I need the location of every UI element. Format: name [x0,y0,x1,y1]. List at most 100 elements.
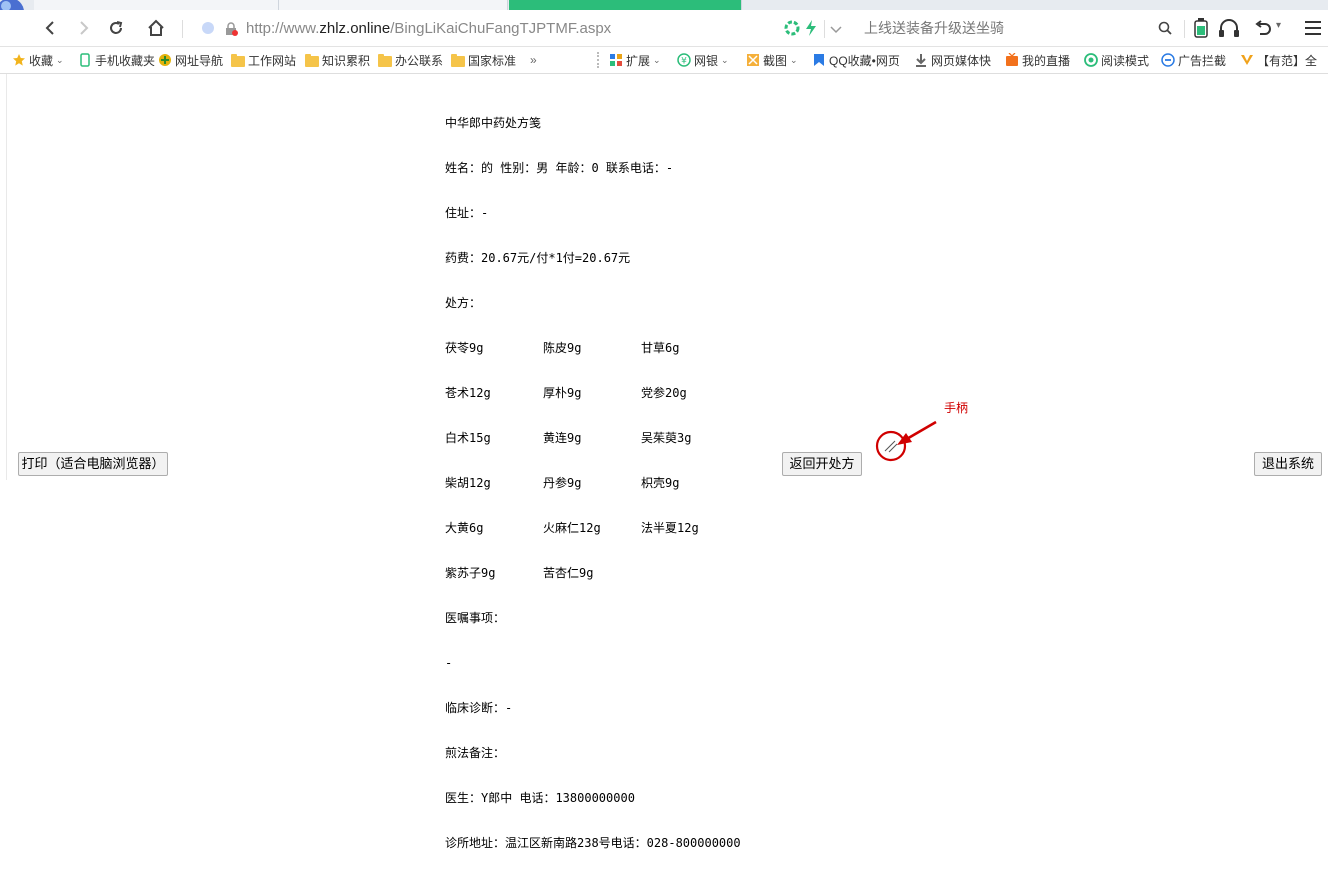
undo-dropdown-icon[interactable]: ▾ [1276,20,1281,31]
navigation-bar: http://www.zhlz.online/BingLiKaiChuFangT… [0,10,1328,47]
herb-item: 苦杏仁9g [543,566,594,580]
bookmark-folder-standards[interactable]: 国家标准 [451,52,516,68]
home-icon[interactable] [144,16,168,40]
advice-value: - [445,656,453,670]
chevron-down-icon: ⌄ [790,54,798,65]
svg-text:¥: ¥ [681,57,687,67]
prescription-title: 中华郎中药处方笺 [445,116,542,130]
url-text[interactable]: http://www.zhlz.online/BingLiKaiChuFangT… [246,20,611,37]
address-bar[interactable]: http://www.zhlz.online/BingLiKaiChuFangT… [192,14,822,42]
divider [824,20,825,38]
block-icon [1161,53,1175,67]
clinic-address: 诊所地址：温江区新南路238号电话：028-800000000 [445,836,741,850]
download-icon [914,53,928,67]
herb-item: 苍术12g [445,386,491,400]
tab-active[interactable] [509,0,742,10]
herb-row: 茯苓9g 陈皮9g 甘草6g [445,341,741,356]
bookmark-qq[interactable]: QQ收藏•网页 [812,52,900,68]
herb-item: 甘草6g [641,341,680,355]
back-to-prescribe-button[interactable]: 返回开处方 [782,452,862,476]
site-info-icon[interactable] [202,22,214,34]
logout-button[interactable]: 退出系统 [1254,452,1322,476]
search-input[interactable] [862,15,1146,41]
bookmark-nav[interactable]: 网址导航 [158,52,223,68]
nav-icon [158,53,172,67]
chevron-down-icon: ⌄ [56,54,64,65]
herb-item: 党参20g [641,386,687,400]
lightning-icon[interactable] [804,20,818,40]
bookmark-youfan[interactable]: 【有范】全 [1240,52,1317,68]
insecure-lock-icon[interactable] [224,21,238,40]
chevron-down-icon: ⌄ [653,54,661,65]
folder-icon [451,53,465,67]
bank-icon: ¥ [677,53,691,67]
undo-icon[interactable] [1254,19,1272,41]
search-icon[interactable] [1158,20,1172,39]
herb-item: 茯苓9g [445,341,484,355]
compat-mode-icon[interactable] [784,20,800,40]
bookmark-reader[interactable]: 阅读模式 [1084,52,1149,68]
divider [6,74,7,480]
bookmark-live[interactable]: 我的直播 [1005,52,1070,68]
bookmark-screenshot[interactable]: 截图 ⌄ [746,52,798,68]
annotation-arrow [904,420,937,442]
star-icon [12,53,26,67]
reader-icon [1084,53,1098,67]
reload-icon[interactable] [104,16,128,40]
rx-label: 处方： [445,296,482,310]
herb-item: 吴茱萸3g [641,431,692,445]
folder-icon [231,53,245,67]
menu-icon[interactable] [1304,20,1322,40]
chevron-down-icon[interactable] [830,21,842,40]
search-box[interactable] [848,14,1178,42]
bookmark-folder-work[interactable]: 工作网站 [231,52,296,68]
tab-2[interactable] [279,0,508,10]
grid-icon [609,53,623,67]
bookmarks-bar: 收藏 ⌄ 手机收藏夹 网址导航 工作网站 知识累积 办公联系 国家标准 » 扩展 ⌄… [0,47,1328,74]
bookmark-folder-knowledge[interactable]: 知识累积 [305,52,370,68]
bookmark-extensions[interactable]: 扩展 ⌄ [609,52,661,68]
forward-arrow-icon[interactable] [72,16,96,40]
herb-item: 大黄6g [445,521,484,535]
herb-row: 柴胡12g 丹参9g 枳壳9g [445,476,741,491]
handle-annotation [875,420,937,462]
bookmark-icon [812,53,826,67]
doctor-info: 医生：Y郎中 电话：13800000000 [445,791,635,805]
herb-row: 苍术12g 厚朴9g 党参20g [445,386,741,401]
headphones-icon[interactable] [1218,18,1240,42]
annotation-circle [875,430,907,462]
herb-item: 丹参9g [543,476,582,490]
battery-icon[interactable] [1194,18,1208,42]
divider [1184,20,1185,38]
tab-1[interactable] [34,0,279,10]
bookmark-adblock[interactable]: 广告拦截 [1161,52,1226,68]
bookmark-bank[interactable]: ¥ 网银 ⌄ [677,52,729,68]
resize-handle-icon[interactable] [884,440,898,453]
print-button[interactable]: 打印（适合电脑浏览器） [18,452,168,476]
page-content: 中华郎中药处方笺 姓名：的 性别：男 年龄：0 联系电话：- 住址：- 药费：2… [0,74,1328,850]
herb-item: 紫苏子9g [445,566,496,580]
divider [182,20,183,38]
bookmark-favorites[interactable]: 收藏 ⌄ [12,52,64,68]
clinical-diagnosis: 临床诊断：- [445,701,513,715]
bookmark-folder-office[interactable]: 办公联系 [378,52,443,68]
herb-row: 白术15g 黄连9g 吴茱萸3g [445,431,741,446]
prescription-slip: 中华郎中药处方笺 姓名：的 性别：男 年龄：0 联系电话：- 住址：- 药费：2… [445,86,741,881]
herb-item: 陈皮9g [543,341,582,355]
herb-item: 法半夏12g [641,521,699,535]
scissors-icon [746,53,760,67]
herb-item: 白术15g [445,431,491,445]
herb-item: 枳壳9g [641,476,680,490]
herb-row: 大黄6g 火麻仁12g 法半夏12g [445,521,741,536]
fan-icon [1240,53,1254,67]
herb-item: 黄连9g [543,431,582,445]
phone-icon [78,53,92,67]
tab-strip [0,0,1328,10]
chevron-down-icon: ⌄ [721,54,729,65]
patient-info: 姓名：的 性别：男 年龄：0 联系电话：- [445,161,674,175]
patient-address: 住址：- [445,206,489,220]
back-arrow-icon[interactable] [38,16,62,40]
bookmarks-overflow[interactable]: » [530,52,537,68]
bookmark-mobile[interactable]: 手机收藏夹 [78,52,155,68]
bookmark-media[interactable]: 网页媒体快 [914,52,991,68]
